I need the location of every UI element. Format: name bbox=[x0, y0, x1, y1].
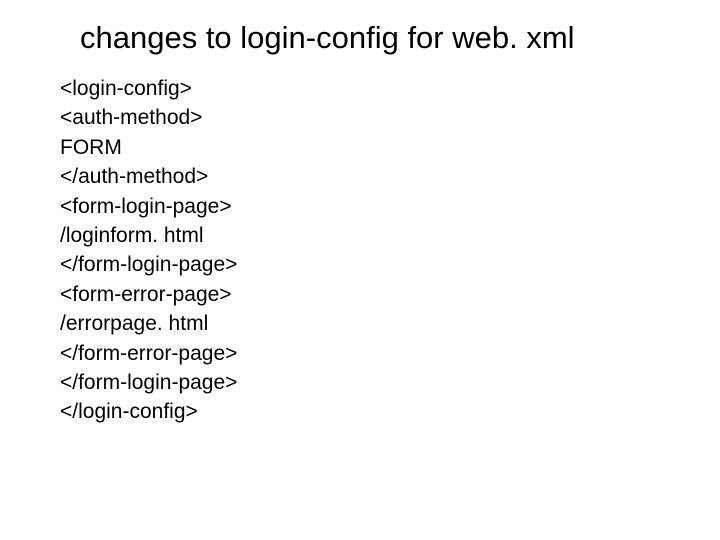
code-line: </form-login-page> bbox=[60, 250, 720, 279]
code-line: </form-error-page> bbox=[60, 339, 720, 368]
xml-code-block: <login-config> <auth-method> FORM </auth… bbox=[0, 74, 720, 427]
code-line: /errorpage. html bbox=[60, 309, 720, 338]
code-line: <auth-method> bbox=[60, 103, 720, 132]
code-line: </auth-method> bbox=[60, 162, 720, 191]
code-line: <login-config> bbox=[60, 74, 720, 103]
code-line: </form-login-page> bbox=[60, 368, 720, 397]
code-line: </login-config> bbox=[60, 397, 720, 426]
slide-title: changes to login-config for web. xml bbox=[0, 20, 720, 56]
code-line: FORM bbox=[60, 133, 720, 162]
code-line: <form-login-page> bbox=[60, 192, 720, 221]
code-line: <form-error-page> bbox=[60, 280, 720, 309]
code-line: /loginform. html bbox=[60, 221, 720, 250]
